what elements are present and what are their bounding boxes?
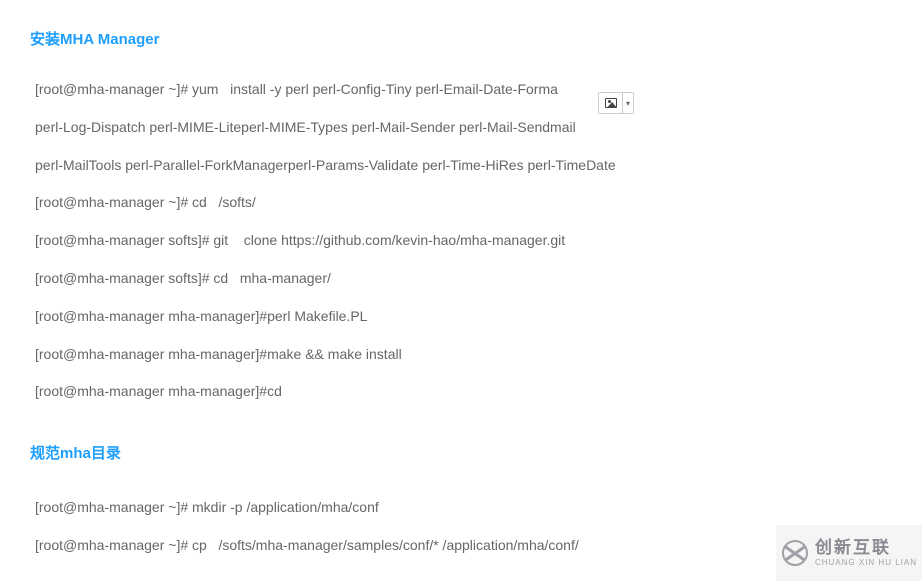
code-line: [root@mha-manager softs]# cd mha-manager… xyxy=(35,267,892,291)
code-line: [root@mha-manager ~]# cd /softs/ xyxy=(35,191,892,215)
code-line: [root@mha-manager mha-manager]#perl Make… xyxy=(35,305,892,329)
code-line: [root@mha-manager ~]# yum install -y per… xyxy=(35,78,892,102)
section-title-install: 安装MHA Manager xyxy=(30,28,892,52)
brand-name-cn: 创新互联 xyxy=(815,538,917,558)
code-line: perl-MailTools perl-Parallel-ForkManager… xyxy=(35,154,892,178)
code-line: perl-Log-Dispatch perl-MIME-Liteperl-MIM… xyxy=(35,116,892,140)
code-line: [root@mha-manager ~]# mkdir -p /applicat… xyxy=(35,496,892,520)
image-tool-dropdown[interactable]: ▾ xyxy=(598,92,634,114)
article-content: 安装MHA Manager [root@mha-manager ~]# yum … xyxy=(0,0,922,558)
chevron-down-icon: ▾ xyxy=(623,99,633,108)
brand-logo-icon xyxy=(781,539,809,567)
code-line: [root@mha-manager mha-manager]#make && m… xyxy=(35,343,892,367)
brand-text: 创新互联 CHUANG XIN HU LIAN xyxy=(815,538,917,568)
image-icon xyxy=(599,93,623,113)
code-block-directory: [root@mha-manager ~]# mkdir -p /applicat… xyxy=(30,496,892,558)
brand-badge[interactable]: 创新互联 CHUANG XIN HU LIAN xyxy=(776,525,922,581)
code-line: [root@mha-manager softs]# git clone http… xyxy=(35,229,892,253)
code-line: [root@mha-manager ~]# cp /softs/mha-mana… xyxy=(35,534,892,558)
section-title-directory: 规范mha目录 xyxy=(30,442,892,466)
code-line: [root@mha-manager mha-manager]#cd xyxy=(35,380,892,404)
code-block-install: [root@mha-manager ~]# yum install -y per… xyxy=(30,78,892,404)
brand-name-en: CHUANG XIN HU LIAN xyxy=(815,558,917,568)
